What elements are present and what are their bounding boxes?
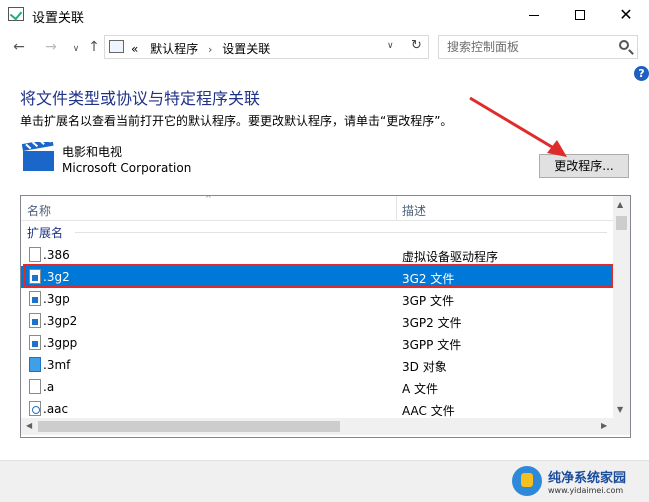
refresh-icon[interactable]: ↻ [411,38,422,53]
table-row[interactable]: .3gpp 3GPP 文件 [21,332,613,354]
extension-cell: .3gp [43,292,70,306]
extension-cell: .3gpp [43,336,78,350]
maximize-button[interactable] [557,0,603,30]
close-button[interactable]: ✕ [603,0,649,30]
watermark-logo-icon [512,466,542,496]
extension-cell: .aac [43,402,69,416]
blank-file-icon [29,379,41,394]
chevron-right-icon[interactable]: › [208,43,212,56]
scroll-left-icon[interactable]: ◀ [26,421,32,430]
extension-cell: .3g2 [43,270,70,284]
description-cell: 3GP 文件 [402,294,454,308]
media-file-icon [29,313,41,328]
forward-arrow-icon[interactable]: → [42,38,60,56]
scroll-right-icon[interactable]: ▶ [601,421,607,430]
scroll-down-icon[interactable]: ▼ [617,405,623,414]
list-rows: .386 虚拟设备驱动程序 .3g2 3G2 文件 .3gp 3GP 文件 .3… [21,244,613,420]
description-cell: 虚拟设备驱动程序 [402,250,499,264]
vertical-scrollbar[interactable]: ▲ ▼ [613,196,630,418]
scrollbar-corner [613,418,630,435]
table-row[interactable]: .3gp 3GP 文件 [21,288,613,310]
chevron-down-icon[interactable]: ∨ [387,41,394,51]
annotation-arrow-icon [469,96,567,157]
description-cell: 3GPP 文件 [402,338,462,352]
list-header: ^ 名称 描述 [21,196,613,221]
recent-locations-icon[interactable]: ∨ [67,40,85,58]
window-title: 设置关联 [32,11,85,26]
sort-indicator-icon: ^ [205,195,212,203]
column-divider[interactable] [396,196,397,221]
column-header-description[interactable]: 描述 [402,202,426,219]
media-file-icon [29,291,41,306]
maximize-icon [575,10,585,20]
extension-cell: .a [43,380,55,394]
minimize-button[interactable] [511,0,557,30]
search-box [438,35,638,59]
breadcrumb-overflow[interactable]: « [131,42,138,56]
title-bar: 设置关联 ✕ [0,0,649,30]
group-header: 扩展名 [21,222,613,242]
control-panel-icon [8,7,24,21]
help-icon[interactable]: ? [634,66,649,81]
page-title: 将文件类型或协议与特定程序关联 [20,89,261,108]
vertical-scroll-thumb[interactable] [616,216,627,230]
watermark-url: www.yidaimei.com [548,486,624,495]
description-cell: 3GP2 文件 [402,316,462,330]
media-file-icon [29,335,41,350]
search-icon[interactable] [619,40,629,50]
back-arrow-icon[interactable]: ← [10,38,28,56]
close-icon: ✕ [619,5,633,24]
media-file-icon [29,269,41,284]
instruction-text: 单击扩展名以查看当前打开它的默认程序。要更改默认程序，请单击“更改程序”。 [20,114,453,128]
group-divider [75,232,607,233]
watermark: 纯净系统家园 www.yidaimei.com [512,464,626,498]
control-panel-icon [109,40,124,53]
group-label: 扩展名 [27,226,64,240]
table-row[interactable]: .386 虚拟设备驱动程序 [21,244,613,266]
description-cell: 3G2 文件 [402,272,455,286]
breadcrumb-default-programs[interactable]: 默认程序 [150,42,198,56]
horizontal-scroll-thumb[interactable] [38,421,340,432]
extension-cell: .3mf [43,358,71,372]
3d-object-icon [29,357,41,372]
search-input[interactable] [439,36,609,58]
scroll-up-icon[interactable]: ▲ [617,200,623,209]
breadcrumb: « 默认程序 › 设置关联 [131,40,270,57]
up-arrow-icon[interactable]: ↑ [85,38,103,56]
minimize-icon [529,14,539,16]
program-company: Microsoft Corporation [62,161,192,175]
description-cell: AAC 文件 [402,404,455,418]
table-row[interactable]: .3gp2 3GP2 文件 [21,310,613,332]
watermark-text: 纯净系统家园 www.yidaimei.com [548,467,626,495]
program-name: 电影和电视 [62,145,123,159]
column-header-name[interactable]: 名称 [27,202,51,219]
movies-tv-icon [22,142,54,171]
watermark-title: 纯净系统家园 [548,471,627,486]
breadcrumb-set-associations[interactable]: 设置关联 [222,42,270,56]
extension-cell: .3gp2 [43,314,78,328]
description-cell: A 文件 [402,382,439,396]
file-type-list[interactable]: ^ 名称 描述 扩展名 .386 虚拟设备驱动程序 .3g2 3G2 文件 .3… [20,195,631,438]
blank-file-icon [29,247,41,262]
description-cell: 3D 对象 [402,360,447,374]
table-row[interactable]: .a A 文件 [21,376,613,398]
address-bar[interactable]: « 默认程序 › 设置关联 ∨ ↻ [104,35,429,59]
extension-cell: .386 [43,248,70,262]
horizontal-scrollbar[interactable]: ◀ ▶ [21,418,613,435]
table-row[interactable]: .3mf 3D 对象 [21,354,613,376]
table-row[interactable]: .aac AAC 文件 [21,398,613,420]
table-row-selected[interactable]: .3g2 3G2 文件 [21,266,613,288]
audio-file-icon [29,401,41,416]
